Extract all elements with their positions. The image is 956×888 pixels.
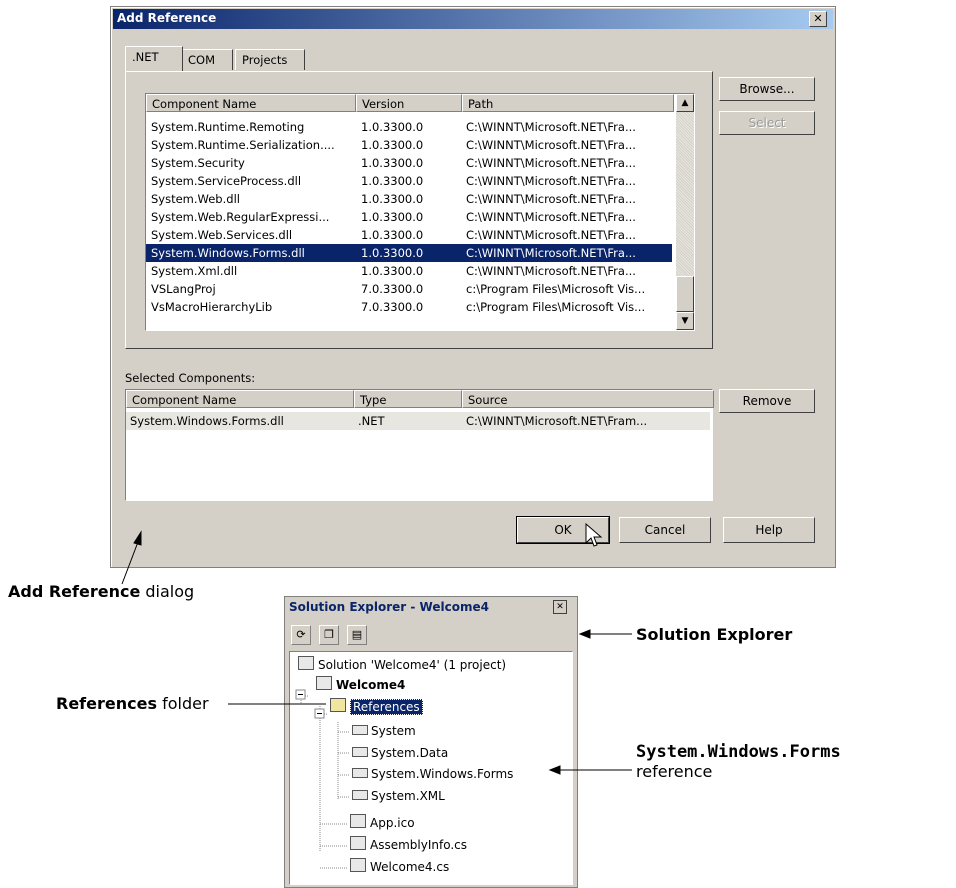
annotation-references-rest: folder bbox=[156, 694, 209, 713]
annotation-references-folder: References folder bbox=[56, 694, 209, 713]
annotation-swf-rest: reference bbox=[636, 762, 713, 781]
annotation-solution-explorer-bold: Solution Explorer bbox=[636, 625, 793, 644]
annotation-add-reference-rest: dialog bbox=[140, 582, 195, 601]
tab-dotnet[interactable]: .NET bbox=[125, 46, 183, 71]
annotation-swf-code: System.Windows.Forms bbox=[636, 742, 841, 762]
annotation-add-reference-bold: Add Reference bbox=[8, 582, 141, 601]
annotation-add-reference: Add Reference dialog bbox=[8, 582, 194, 601]
annotation-references-bold: References bbox=[56, 694, 157, 713]
annotation-solution-explorer: Solution Explorer bbox=[636, 625, 792, 644]
annotation-swf-reference: System.Windows.Forms reference bbox=[636, 742, 841, 781]
